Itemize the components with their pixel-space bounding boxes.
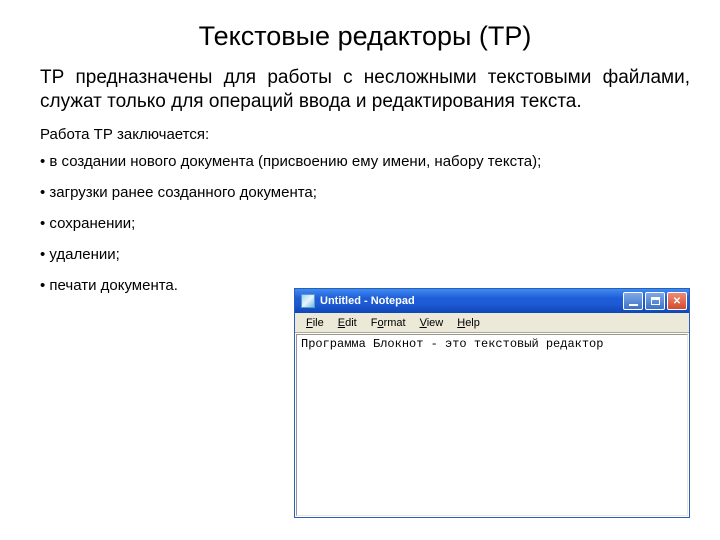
text-area[interactable]: Программа Блокнот - это текстовый редакт… [296, 334, 688, 516]
notepad-icon [301, 294, 315, 308]
window-title: Untitled - Notepad [320, 295, 623, 307]
bullet-list: в создании нового документа (присвоению … [40, 153, 690, 294]
notepad-window: Untitled - Notepad ✕ File Edit Format Vi… [294, 288, 690, 518]
page-title: Текстовые редакторы (ТР) [40, 21, 690, 52]
minimize-button[interactable] [623, 292, 643, 310]
list-item: сохранении; [40, 215, 690, 232]
list-item: загрузки ранее созданного документа; [40, 184, 690, 201]
close-button[interactable]: ✕ [667, 292, 687, 310]
list-item: удалении; [40, 246, 690, 263]
list-item: в создании нового документа (присвоению … [40, 153, 690, 170]
menu-format[interactable]: Format [364, 315, 413, 331]
subheading: Работа ТР заключается: [40, 126, 690, 143]
intro-text: ТР предназначены для работы с несложными… [40, 66, 690, 114]
menubar: File Edit Format View Help [295, 313, 689, 333]
menu-view[interactable]: View [413, 315, 451, 331]
menu-help[interactable]: Help [450, 315, 487, 331]
menu-edit[interactable]: Edit [331, 315, 364, 331]
menu-file[interactable]: File [299, 315, 331, 331]
maximize-button[interactable] [645, 292, 665, 310]
titlebar[interactable]: Untitled - Notepad ✕ [295, 289, 689, 313]
